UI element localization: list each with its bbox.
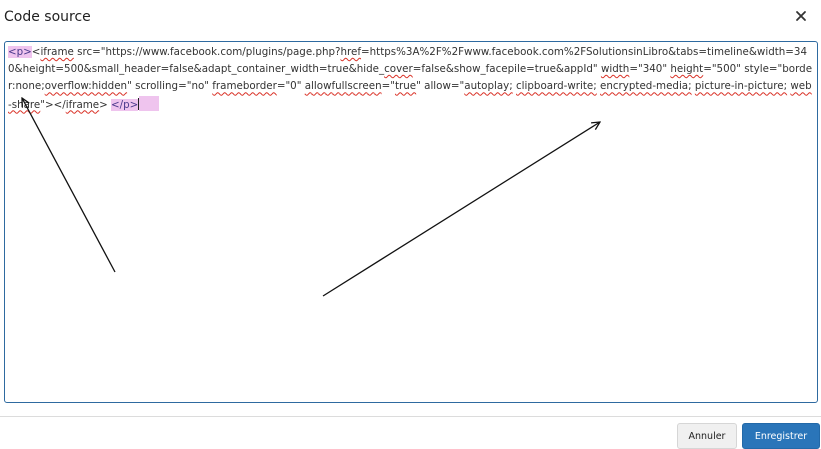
close-p-highlight-tail: [139, 95, 160, 111]
code-overflow: overflow:hidden: [44, 80, 128, 93]
code-allow-eq: =": [450, 80, 465, 93]
code-width-attr: width: [600, 63, 630, 76]
save-button[interactable]: Enregistrer: [742, 423, 820, 449]
code-true-word: true: [394, 80, 417, 93]
code-cover-word: cover: [384, 63, 413, 76]
code-autoplay: autoplay;: [464, 80, 513, 93]
code-src: src="https://www.facebook.com/plugins/pa…: [73, 46, 341, 58]
open-p-tag: <p>: [8, 46, 32, 58]
code-eq-quote: =": [381, 80, 395, 93]
dialog-title: Code source: [4, 9, 91, 25]
code-allow-attr: allow: [424, 80, 451, 93]
source-code-textarea[interactable]: <p><iframe src="https://www.facebook.com…: [4, 41, 818, 403]
code-allowfullscreen-attr: allowfullscreen: [304, 80, 382, 93]
footer-divider: [0, 416, 821, 417]
code-close-quote: "></: [40, 98, 66, 111]
code-iframe-tag: iframe: [40, 46, 74, 58]
source-code-text[interactable]: <p><iframe src="https://www.facebook.com…: [8, 44, 813, 114]
code-encrypted: encrypted-media;: [600, 80, 692, 93]
code-after-cover: =false&show_facepile=true&appId": [412, 63, 601, 76]
code-href-attr: href: [340, 46, 362, 58]
code-clipboard: clipboard-write;: [516, 80, 597, 93]
close-icon[interactable]: [793, 8, 809, 24]
code-source-dialog: Code source <p><iframe src="https://www.…: [0, 0, 821, 449]
close-icon-glyph: [796, 11, 806, 21]
code-closing-iframe: iframe: [65, 98, 100, 111]
code-pip: picture-in-picture;: [694, 80, 788, 93]
cancel-button[interactable]: Annuler: [677, 423, 737, 449]
code-height-attr: height: [670, 63, 704, 76]
code-width-value: ="340": [629, 63, 671, 76]
code-quote-space: ": [416, 80, 425, 93]
code-gt-space: >: [99, 98, 112, 111]
code-frameborder-value: ="0": [276, 80, 305, 93]
code-frameborder-attr: frameborder: [212, 80, 277, 93]
close-p-tag: </p>: [111, 98, 139, 111]
dialog-header: Code source: [0, 0, 821, 36]
code-scrolling: " scrolling="no": [127, 80, 213, 93]
